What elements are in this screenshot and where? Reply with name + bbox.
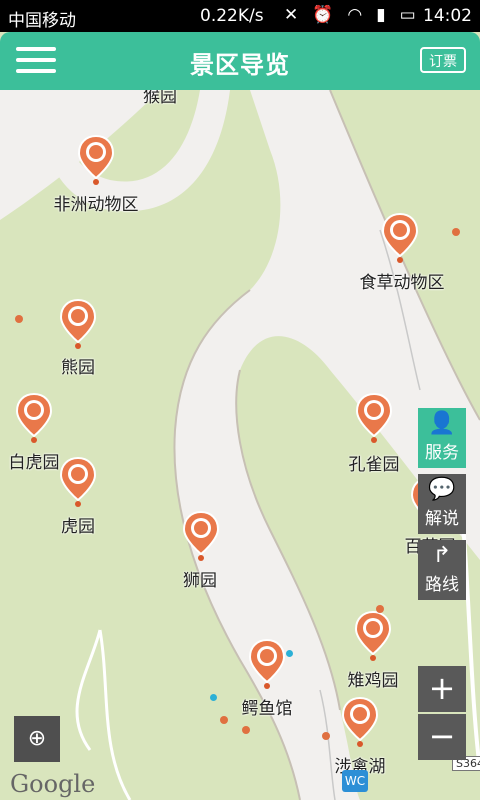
map-label-monkey-park[interactable]: 猴园: [143, 90, 177, 107]
map-poi-dot[interactable]: [15, 315, 23, 323]
map-poi-dot[interactable]: [376, 605, 384, 613]
map-label-crocodile[interactable]: 鳄鱼馆: [242, 694, 293, 719]
zoom-in-button[interactable]: +: [418, 666, 466, 712]
location-pin-icon[interactable]: [15, 392, 53, 446]
route-arrow-icon: ↱: [432, 543, 452, 568]
map-poi-dot[interactable]: [220, 716, 228, 724]
map-label-pheasant[interactable]: 雉鸡园: [348, 666, 399, 691]
map-label-bear[interactable]: 熊园: [61, 353, 95, 378]
carrier-label: 中国移动: [8, 11, 76, 31]
locate-button[interactable]: ⊕: [14, 716, 60, 762]
locate-icon: ⊕: [27, 726, 47, 751]
location-pin-icon[interactable]: [355, 392, 393, 446]
wifi-icon: ◠: [347, 5, 363, 25]
map-label-peacock[interactable]: 孔雀园: [349, 450, 400, 475]
clock: 14:02: [423, 6, 472, 26]
location-pin-icon[interactable]: [77, 134, 115, 188]
wc-marker[interactable]: WC: [342, 770, 368, 792]
network-speed: 0.22K/s: [200, 6, 264, 26]
status-icons: ✕ ⏰ ◠ ▮ ▭: [284, 5, 416, 25]
service-label: 服务: [425, 443, 459, 463]
location-pin-icon[interactable]: [248, 638, 286, 692]
map-label-tiger[interactable]: 虎园: [61, 512, 95, 537]
zoom-out-button[interactable]: −: [418, 714, 466, 760]
location-pin-icon[interactable]: [182, 510, 220, 564]
map-poi-dot[interactable]: [242, 726, 250, 734]
person-icon: 👤: [428, 411, 456, 436]
map-poi-dot[interactable]: [210, 694, 217, 701]
location-pin-icon[interactable]: [59, 456, 97, 510]
location-pin-icon[interactable]: [354, 610, 392, 664]
ticket-button[interactable]: 订票: [420, 47, 466, 73]
map-poi-dot[interactable]: [322, 732, 330, 740]
status-bar: 中国移动 0.22K/s ✕ ⏰ ◠ ▮ ▭ 14:02: [0, 0, 480, 32]
location-pin-icon[interactable]: [59, 298, 97, 352]
map-poi-dot[interactable]: [286, 650, 293, 657]
location-pin-icon[interactable]: [381, 212, 419, 266]
app-bar: 景区导览 订票: [0, 32, 480, 90]
map-view[interactable]: 猴园 非洲动物区 食草动物区 熊园 白虎园 虎园 狮园 孔雀园 百花园 雉鸡园 …: [0, 90, 480, 800]
location-pin-icon[interactable]: [341, 696, 379, 750]
signal-icon: ▮: [376, 5, 386, 25]
commentary-label: 解说: [425, 509, 459, 529]
alarm-icon: ⏰: [312, 5, 334, 25]
page-title: 景区导览: [190, 51, 290, 79]
chat-bubble-icon: 💬: [428, 477, 456, 502]
commentary-button[interactable]: 💬 解说: [418, 474, 466, 534]
map-label-lion[interactable]: 狮园: [183, 566, 217, 591]
battery-icon: ▭: [399, 5, 416, 25]
route-button[interactable]: ↱ 路线: [418, 540, 466, 600]
map-label-white-tiger[interactable]: 白虎园: [9, 448, 60, 473]
map-poi-dot[interactable]: [452, 228, 460, 236]
mute-icon: ✕: [284, 5, 299, 25]
map-label-herbivore[interactable]: 食草动物区: [360, 268, 445, 293]
map-label-africa[interactable]: 非洲动物区: [54, 190, 139, 215]
google-logo: Google: [10, 770, 96, 798]
service-button[interactable]: 👤 服务: [418, 408, 466, 468]
route-label: 路线: [425, 575, 459, 595]
